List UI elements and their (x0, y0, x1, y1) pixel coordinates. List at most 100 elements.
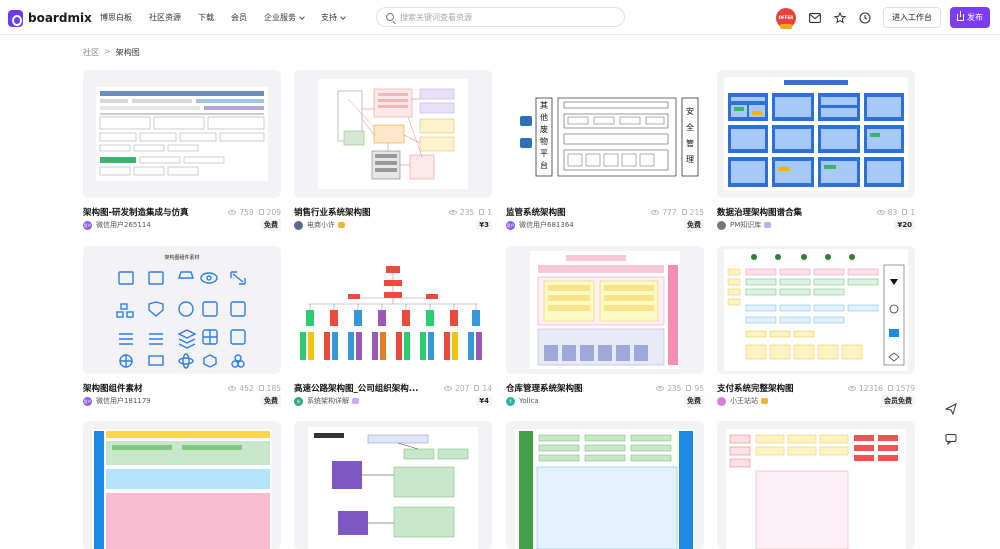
author-name: 微信用户181179 (96, 397, 151, 405)
card-stats: 12316 1579 (848, 384, 915, 393)
card-title[interactable]: 仓库管理系统架构图 (506, 382, 656, 394)
nav-label: 博思白板 (100, 13, 132, 22)
card-title[interactable]: 销售行业系统架构图 (294, 206, 449, 218)
template-thumbnail[interactable]: 架构图组件素材 (83, 246, 281, 374)
price-badge: ¥4 (476, 396, 492, 406)
card-author[interactable]: 用户 微信用户681364 (506, 220, 684, 230)
card-stats: 235 1 (448, 208, 492, 217)
breadcrumb: 社区 > 架构图 (83, 47, 140, 58)
template-card[interactable]: 其 他 废 物 平 台 安 全 管 理 监管系统架构图 777 215 用户 微… (506, 70, 704, 231)
views-eye-icon (444, 385, 453, 391)
template-thumbnail[interactable] (294, 70, 492, 198)
share-feedback-button[interactable] (942, 400, 960, 418)
nav-item-membership[interactable]: 会员 (231, 12, 247, 23)
monitor-left-label: 他 (540, 112, 548, 122)
copies-icon (686, 385, 692, 391)
template-thumbnail[interactable] (294, 421, 492, 549)
template-thumbnail[interactable]: 其 他 废 物 平 台 安 全 管 理 (506, 70, 704, 198)
template-thumbnail[interactable] (83, 421, 281, 549)
nav-item-enterprise[interactable]: 企业服务 (264, 12, 305, 23)
card-author[interactable]: 电商小许 (294, 220, 476, 230)
card-title[interactable]: 架构图-研发制造集成与仿真 (83, 206, 228, 218)
template-card[interactable]: 架构图组件素材 架构图组件素材 452 185 用户 微信用户181179 免费 (83, 246, 281, 407)
nav-item-download[interactable]: 下载 (198, 12, 214, 23)
views-count: 759 (239, 207, 254, 217)
mail-icon[interactable] (808, 11, 822, 25)
card-meta-row: PM知识库 ¥20 (717, 220, 915, 230)
history-clock-icon[interactable] (858, 11, 872, 25)
template-card[interactable] (506, 421, 704, 549)
views-count: 207 (455, 383, 470, 393)
avatar: 系 (294, 396, 303, 406)
template-thumbnail[interactable] (717, 70, 915, 198)
search-input[interactable] (400, 12, 600, 22)
template-thumbnail[interactable] (294, 246, 492, 374)
publish-button[interactable]: 发布 (950, 7, 990, 28)
card-meta-row: 用户 微信用户681364 免费 (506, 219, 704, 231)
template-card[interactable]: 高速公路架构图_公司组织架构... 207 14 系 系统架构详解 ¥4 (294, 246, 492, 406)
card-author[interactable]: 用户 微信用户265114 (83, 220, 261, 230)
author-name: 小王站站 (730, 397, 758, 405)
search-bar[interactable] (376, 7, 625, 27)
card-author[interactable]: PM知识库 (717, 220, 894, 230)
card-meta-row: Y Yolica 免费 (506, 395, 704, 407)
card-author[interactable]: 用户 微信用户181179 (83, 396, 261, 406)
grid-diagram-thumbnail (726, 429, 906, 549)
nav-item-whiteboard[interactable]: 博思白板 (100, 12, 132, 23)
component-icons-thumbnail: 架构图组件素材 (116, 254, 246, 369)
data-governance-collection-thumbnail (724, 77, 908, 191)
copies-count: 14 (482, 383, 492, 393)
vip-badge-icon (764, 222, 772, 228)
chat-support-button[interactable] (942, 430, 960, 448)
copies-icon (887, 385, 893, 391)
breadcrumb-separator: > (104, 47, 111, 56)
copies-icon (258, 385, 264, 391)
template-thumbnail[interactable] (717, 246, 915, 374)
views-eye-icon (651, 209, 660, 215)
author-name: 微信用户265114 (96, 221, 151, 229)
card-stats: 777 215 (651, 208, 704, 217)
nav-item-support[interactable]: 支持 (321, 12, 346, 23)
card-title-row: 支付系统完整架构图 12316 1579 (717, 382, 915, 395)
top-navigation-bar: boardmix 博思白板 社区资源 下载 会员 企业服务 支持 OFFER 进… (0, 0, 1000, 35)
template-card[interactable] (83, 421, 281, 549)
boardmix-logo[interactable]: boardmix (8, 9, 92, 27)
template-card[interactable]: 仓库管理系统架构图 235 95 Y Yolica 免费 (506, 246, 704, 407)
card-stats: 452 185 (228, 384, 281, 393)
promo-badge-icon[interactable]: OFFER (776, 7, 796, 29)
copies-count: 185 (266, 383, 281, 393)
chevron-down-icon (299, 13, 305, 20)
card-author[interactable]: Y Yolica (506, 396, 684, 406)
card-author[interactable]: 系 系统架构详解 (294, 396, 476, 406)
card-title[interactable]: 架构图组件素材 (83, 382, 228, 394)
card-title[interactable]: 支付系统完整架构图 (717, 382, 848, 394)
card-title[interactable]: 高速公路架构图_公司组织架构... (294, 382, 444, 394)
brand-name: boardmix (28, 11, 92, 25)
copies-icon (902, 209, 908, 215)
template-card[interactable] (717, 421, 915, 549)
monitor-right-label: 安 (686, 106, 694, 116)
template-card[interactable]: 架构图-研发制造集成与仿真 759 209 用户 微信用户265114 免费 (83, 70, 281, 231)
search-icon (386, 13, 394, 21)
template-thumbnail[interactable] (83, 70, 281, 198)
star-icon[interactable] (833, 11, 847, 25)
template-thumbnail[interactable] (506, 421, 704, 549)
template-card[interactable]: 支付系统完整架构图 12316 1579 小王站站 会员免费 (717, 246, 915, 407)
price-badge: ¥20 (894, 220, 915, 230)
monitor-left-label: 其 (540, 101, 548, 110)
template-card[interactable]: 数据治理架构图谱合集 83 1 PM知识库 ¥20 (717, 70, 915, 230)
monitor-left-label: 台 (540, 160, 548, 170)
copies-icon (474, 385, 480, 391)
price-badge: 免费 (684, 395, 704, 407)
nav-item-community[interactable]: 社区资源 (149, 12, 181, 23)
template-thumbnail[interactable] (506, 246, 704, 374)
template-card[interactable] (294, 421, 492, 549)
template-card[interactable]: 销售行业系统架构图 235 1 电商小许 ¥3 (294, 70, 492, 230)
card-author[interactable]: 小王站站 (717, 396, 881, 406)
card-title[interactable]: 数据治理架构图谱合集 (717, 206, 877, 218)
enter-workspace-button[interactable]: 进入工作台 (883, 7, 941, 28)
card-title[interactable]: 监管系统架构图 (506, 206, 651, 218)
template-thumbnail[interactable] (717, 421, 915, 549)
card-title-row: 监管系统架构图 777 215 (506, 206, 704, 219)
breadcrumb-root[interactable]: 社区 (83, 47, 99, 58)
